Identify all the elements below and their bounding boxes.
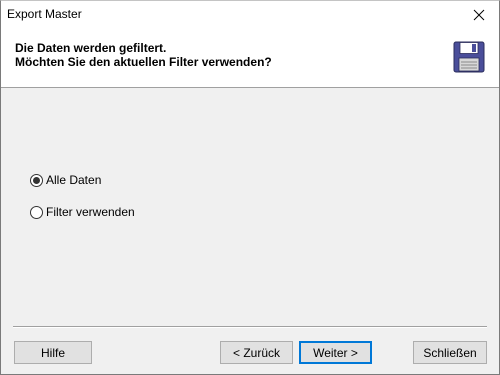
help-button[interactable]: Hilfe [14, 341, 92, 364]
next-button[interactable]: Weiter > [299, 341, 372, 364]
radio-use-filter[interactable]: Filter verwenden [30, 204, 135, 220]
export-master-dialog: Export Master Die Daten werden gefiltert… [0, 0, 500, 375]
radio-button-unchecked[interactable] [30, 205, 43, 219]
radio-selected-dot [33, 176, 40, 184]
close-button[interactable]: Schließen [413, 341, 487, 364]
title-bar: Export Master [1, 1, 499, 29]
floppy-disk-icon [453, 41, 485, 73]
radio-button-checked[interactable] [30, 173, 43, 187]
back-button[interactable]: < Zurück [220, 341, 293, 364]
header-question: Möchten Sie den aktuellen Filter verwend… [15, 55, 272, 69]
radio-all-data[interactable]: Alle Daten [30, 172, 101, 188]
close-icon [473, 9, 485, 21]
header-title: Die Daten werden gefiltert. [15, 41, 167, 55]
radio-use-filter-label[interactable]: Filter verwenden [46, 205, 135, 219]
window-title: Export Master [7, 7, 82, 21]
footer-separator [13, 326, 487, 328]
window-close-button[interactable] [459, 1, 499, 29]
wizard-header: Die Daten werden gefiltert. Möchten Sie … [1, 29, 499, 88]
radio-all-data-label[interactable]: Alle Daten [46, 173, 101, 187]
